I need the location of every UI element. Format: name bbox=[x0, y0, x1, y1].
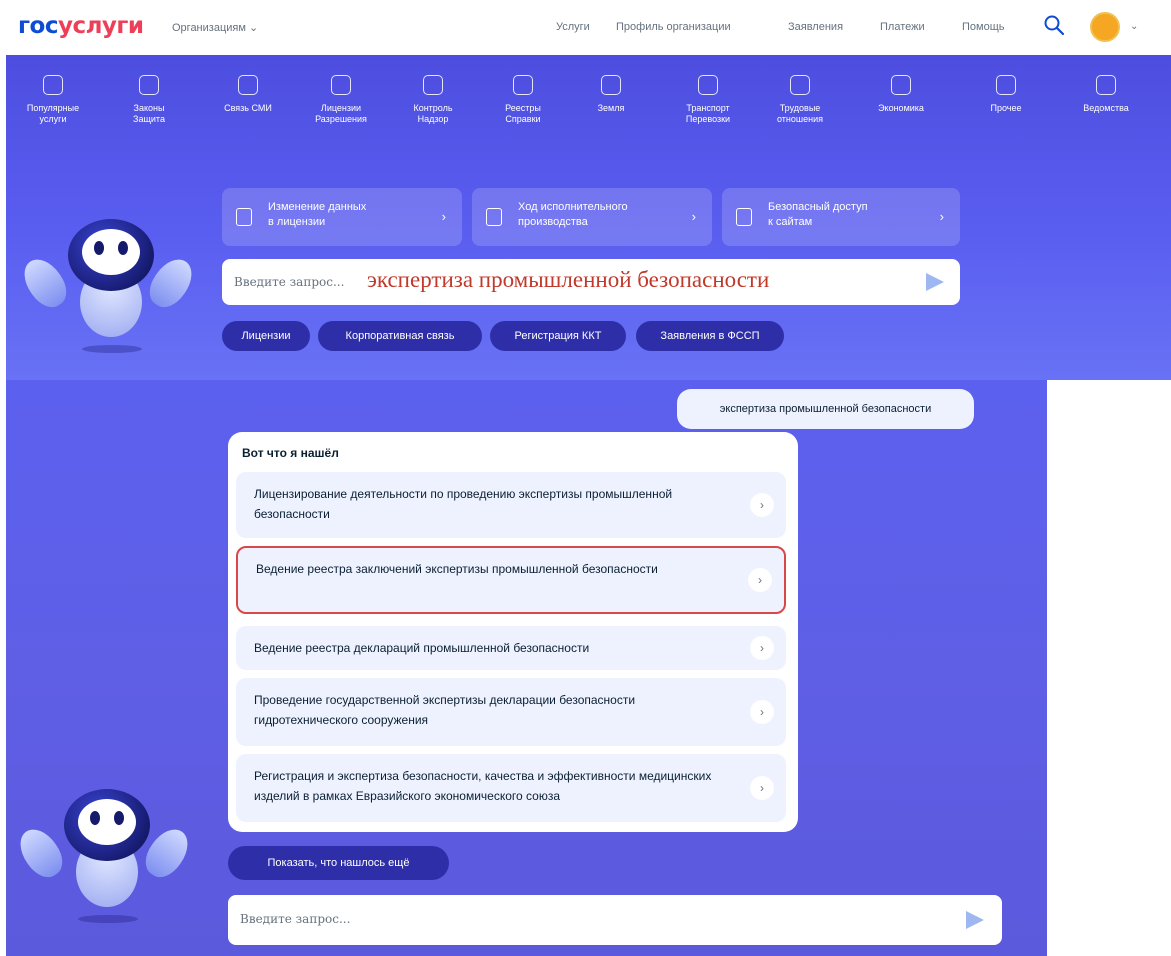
result-item[interactable]: Ведение реестра деклараций промышленной … bbox=[236, 626, 786, 670]
result-item[interactable]: Лицензирование деятельности по проведени… bbox=[236, 472, 786, 538]
chat-section: экспертиза промышленной безопасности Вот… bbox=[6, 380, 1047, 956]
chevron-right-icon: › bbox=[750, 636, 774, 660]
category-popular[interactable]: Популярные услуги bbox=[15, 75, 91, 125]
send-icon[interactable] bbox=[926, 273, 944, 291]
folder-icon bbox=[513, 75, 533, 95]
robot-assistant-image bbox=[12, 775, 196, 925]
chip-corporate-communication[interactable]: Корпоративная связь bbox=[318, 321, 482, 351]
chat-input[interactable]: Введите запрос... bbox=[228, 895, 1002, 945]
category-other[interactable]: Прочее bbox=[968, 75, 1044, 114]
user-message-bubble: экспертиза промышленной безопасности bbox=[677, 389, 974, 429]
chevron-right-icon: › bbox=[691, 209, 696, 224]
show-more-button[interactable]: Показать, что нашлось ещё bbox=[228, 846, 449, 880]
car-icon bbox=[698, 75, 718, 95]
category-agencies[interactable]: Ведомства bbox=[1068, 75, 1144, 114]
house-icon bbox=[601, 75, 621, 95]
result-item[interactable]: Регистрация и экспертиза безопасности, к… bbox=[236, 754, 786, 822]
result-item-highlighted[interactable]: Ведение реестра заключений экспертизы пр… bbox=[236, 546, 786, 614]
heart-icon bbox=[43, 75, 63, 95]
nav-applications[interactable]: Заявления bbox=[788, 21, 843, 33]
chevron-right-icon: › bbox=[748, 568, 772, 592]
category-licenses[interactable]: Лицензии Разрешения bbox=[303, 75, 379, 125]
emblem-icon bbox=[1096, 75, 1116, 95]
send-icon[interactable] bbox=[966, 911, 984, 929]
bag-icon bbox=[891, 75, 911, 95]
nav-payments[interactable]: Платежи bbox=[880, 21, 925, 33]
gosuslugi-logo[interactable]: госуслуги bbox=[18, 13, 144, 39]
results-title: Вот что я нашёл bbox=[242, 446, 339, 460]
quick-card-enforcement[interactable]: Ход исполнительного производства › bbox=[472, 188, 712, 246]
category-control[interactable]: Контроль Надзор bbox=[395, 75, 471, 125]
top-search-input[interactable]: Введите запрос... экспертиза промышленно… bbox=[222, 259, 960, 305]
quick-card-safe-access[interactable]: Безопасный доступ к сайтам › bbox=[722, 188, 960, 246]
chip-fssp-applications[interactable]: Заявления в ФССП bbox=[636, 321, 784, 351]
chevron-right-icon: › bbox=[939, 209, 944, 224]
result-item[interactable]: Проведение государственной экспертизы де… bbox=[236, 678, 786, 746]
document-icon bbox=[331, 75, 351, 95]
nav-help[interactable]: Помощь bbox=[962, 21, 1005, 33]
search-icon[interactable] bbox=[1043, 14, 1065, 36]
category-transport[interactable]: Транспорт Перевозки bbox=[670, 75, 746, 125]
category-laws[interactable]: Законы Защита bbox=[111, 75, 187, 125]
chevron-right-icon: › bbox=[750, 493, 774, 517]
hammer-icon bbox=[139, 75, 159, 95]
hero-banner: Популярные услуги Законы Защита Связь СМ… bbox=[6, 55, 1171, 380]
chevron-right-icon: › bbox=[441, 209, 446, 224]
results-panel: Вот что я нашёл Лицензирование деятельно… bbox=[228, 432, 798, 832]
grid-icon bbox=[996, 75, 1016, 95]
chip-licenses[interactable]: Лицензии bbox=[222, 321, 310, 351]
document-icon bbox=[236, 208, 252, 226]
chevron-down-icon[interactable]: ⌄ bbox=[1130, 21, 1138, 32]
edit-icon bbox=[423, 75, 443, 95]
briefcase-icon bbox=[790, 75, 810, 95]
chip-kkt-registration[interactable]: Регистрация ККТ bbox=[490, 321, 626, 351]
chevron-right-icon: › bbox=[750, 776, 774, 800]
monitor-icon bbox=[736, 208, 752, 226]
chevron-right-icon: › bbox=[750, 700, 774, 724]
category-media[interactable]: Связь СМИ bbox=[210, 75, 286, 114]
site-header: госуслуги Организациям ⌄ Услуги Профиль … bbox=[0, 0, 1171, 55]
category-land[interactable]: Земля bbox=[573, 75, 649, 114]
category-labor[interactable]: Трудовые отношения bbox=[762, 75, 838, 125]
category-registers[interactable]: Реестры Справки bbox=[485, 75, 561, 125]
search-query-text: экспертиза промышленной безопасности bbox=[367, 267, 770, 292]
scales-icon bbox=[486, 208, 502, 226]
organizations-menu[interactable]: Организациям ⌄ bbox=[172, 21, 258, 34]
nav-services[interactable]: Услуги bbox=[556, 21, 590, 33]
robot-assistant-image bbox=[16, 205, 200, 355]
category-economy[interactable]: Экономика bbox=[863, 75, 939, 114]
nav-org-profile[interactable]: Профиль организации bbox=[616, 21, 731, 33]
antenna-icon bbox=[238, 75, 258, 95]
avatar[interactable] bbox=[1090, 12, 1120, 42]
quick-card-license-change[interactable]: Изменение данных в лицензии › bbox=[222, 188, 462, 246]
